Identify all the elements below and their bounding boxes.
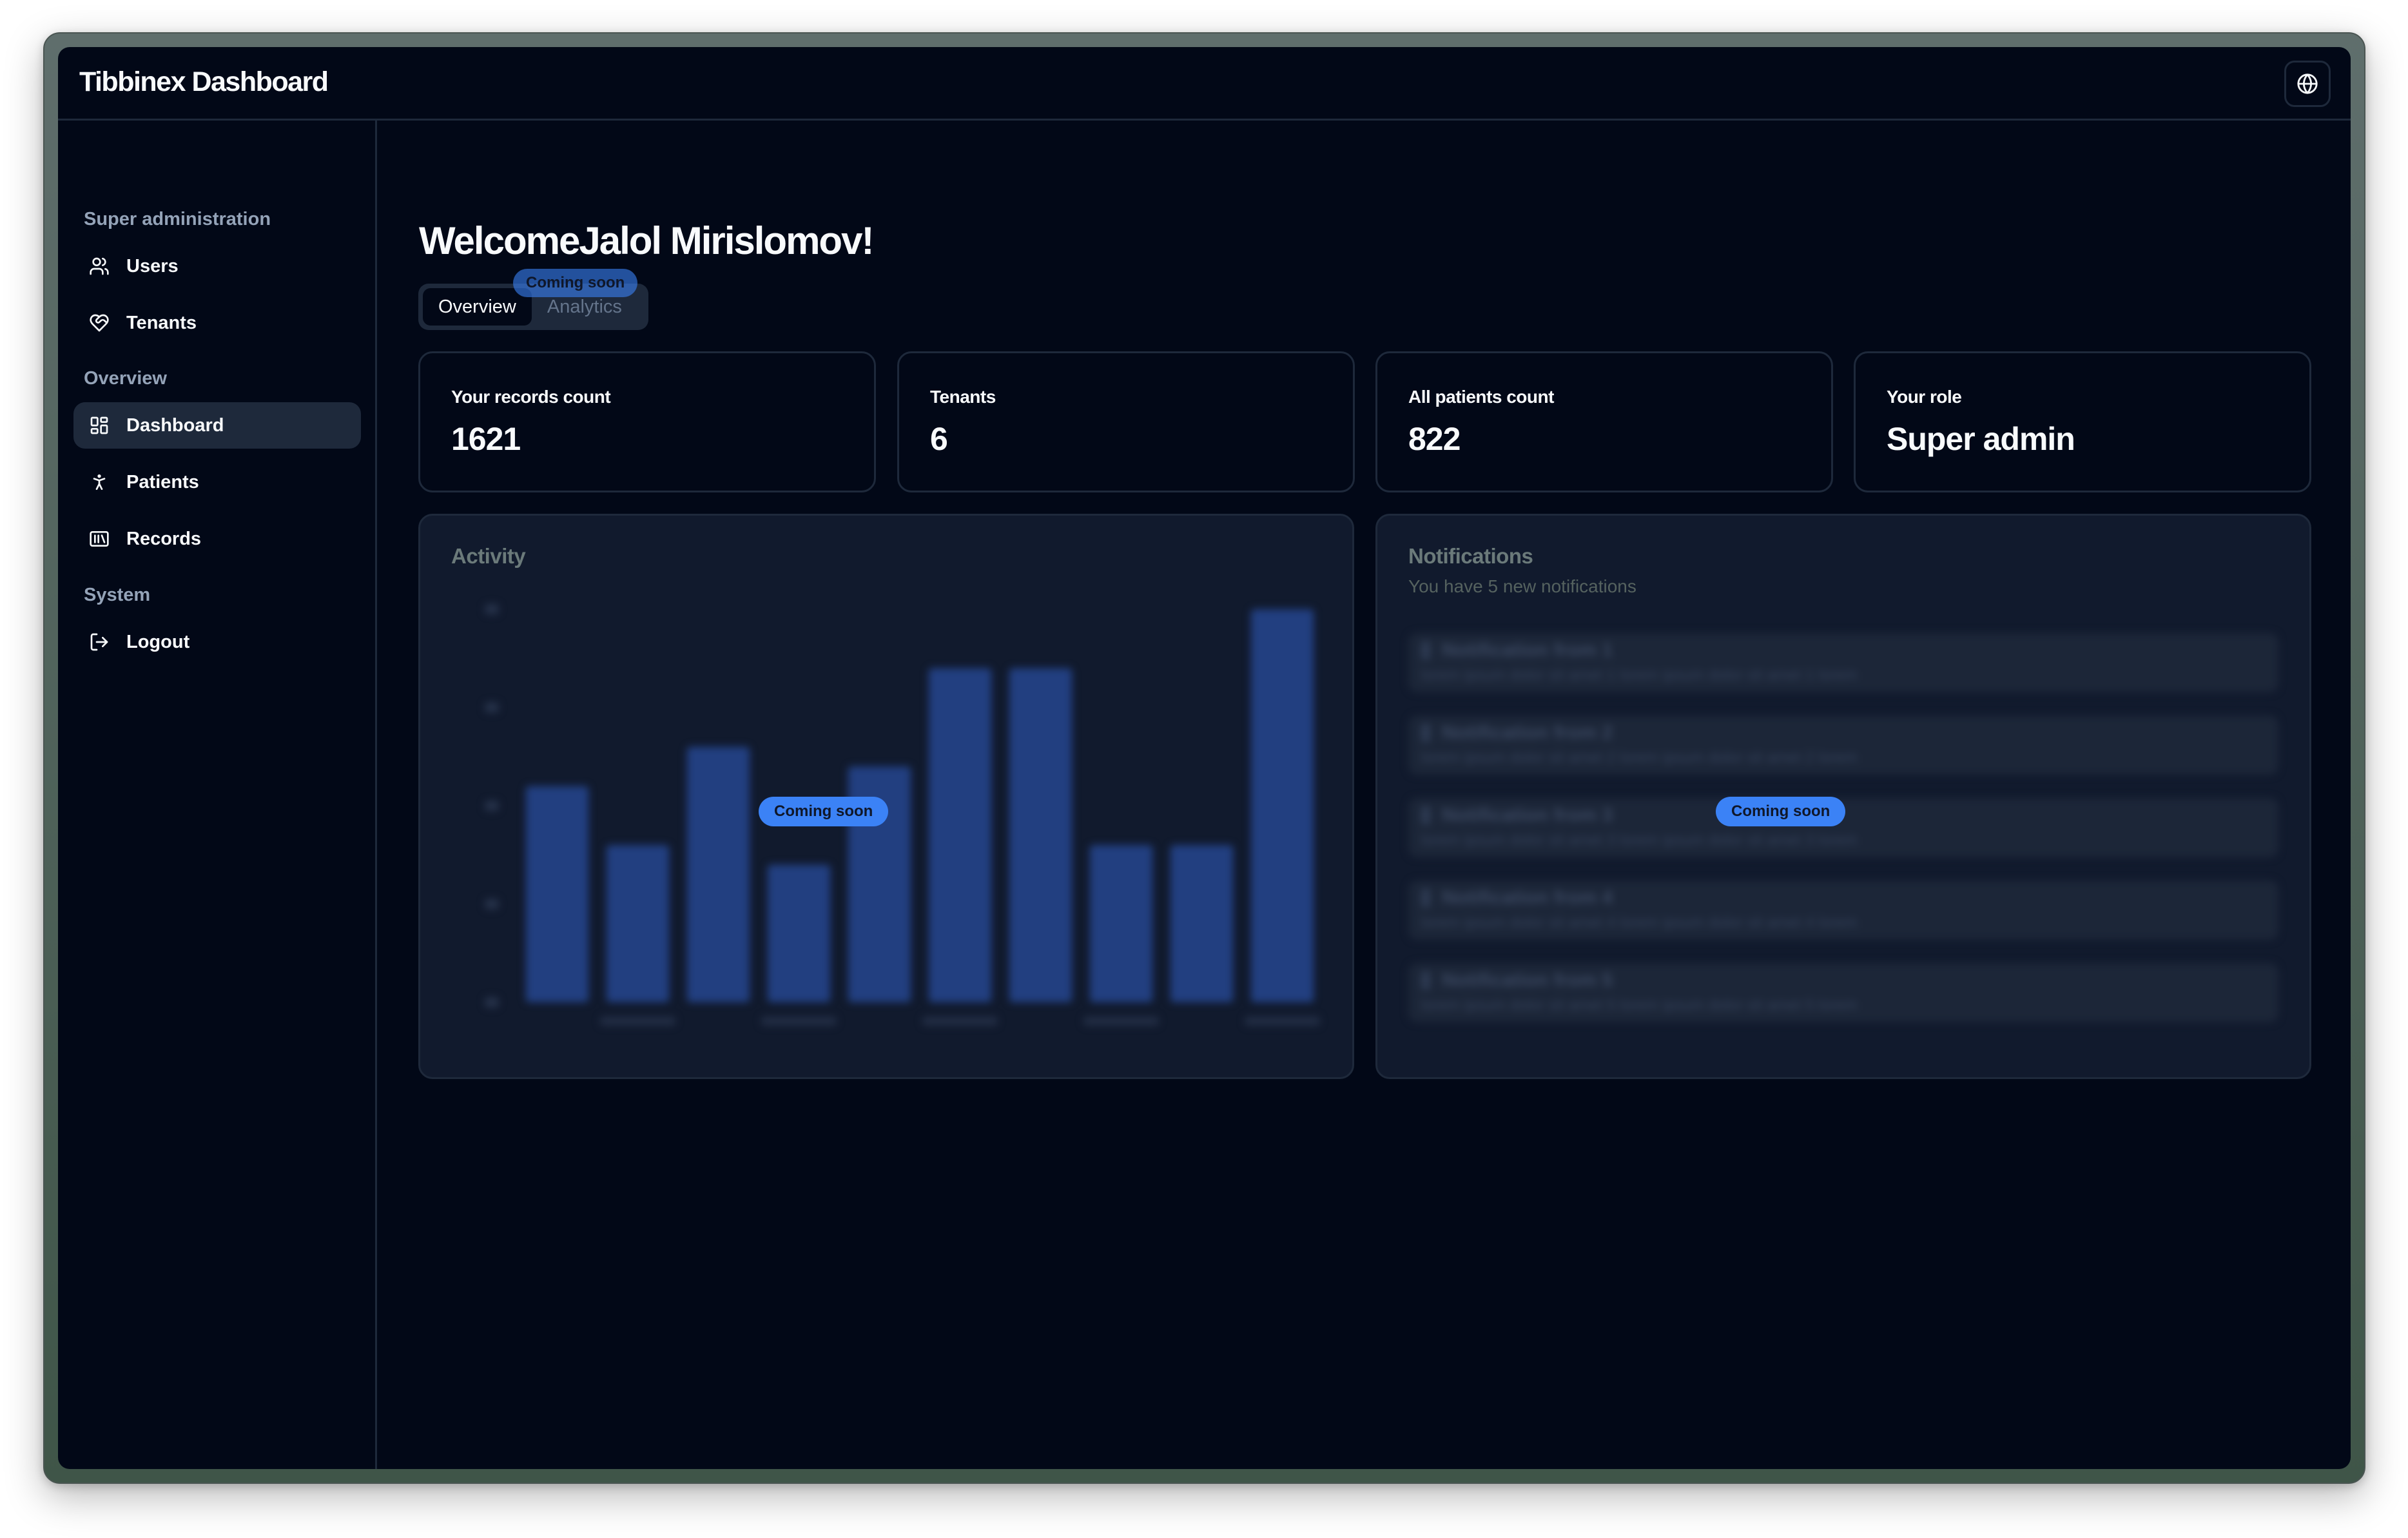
- notification-title: Notification from 2: [1442, 722, 1613, 743]
- app-root: Tibbinex Dashboard Super administration …: [58, 47, 2351, 1469]
- page-title: WelcomeJalol Mirislomov!: [419, 219, 874, 262]
- stat-value: 6: [930, 421, 948, 457]
- sidebar-item-label: Tenants: [126, 312, 197, 333]
- x-tick-label: [761, 1017, 837, 1026]
- notification-icon: [1421, 806, 1430, 825]
- y-tick-label: [485, 604, 499, 614]
- activity-coming-soon-badge: Coming soon: [759, 797, 889, 826]
- activity-bar: [928, 668, 992, 1002]
- sidebar-section-super-administration: Super administration: [84, 209, 271, 229]
- stat-label: Tenants: [930, 387, 996, 407]
- notifications-title: Notifications: [1408, 544, 1533, 568]
- stat-label: All patients count: [1408, 387, 1554, 407]
- app-title: Tibbinex Dashboard: [79, 66, 329, 97]
- stat-card-records: Your records count 1621: [418, 351, 876, 492]
- sidebar: Super administration Users Tenants Overv…: [58, 121, 377, 1469]
- coming-soon-badge: Coming soon: [513, 269, 638, 297]
- notification-item[interactable]: Notification from 5 lorem ipsum dolor si…: [1408, 963, 2278, 1022]
- window-frame: Tibbinex Dashboard Super administration …: [43, 32, 2365, 1484]
- x-tick-label: [922, 1017, 998, 1026]
- sidebar-item-users[interactable]: Users: [73, 243, 361, 289]
- sidebar-item-label: Records: [126, 528, 202, 549]
- layout-dashboard-icon: [90, 416, 108, 434]
- notification-body: lorem ipsum dolor sit amet 5 lorem ipsum…: [1421, 997, 1858, 1014]
- activity-bar: [686, 746, 750, 1002]
- activity-bar: [525, 786, 589, 1002]
- notification-icon: [1421, 641, 1430, 660]
- notification-title: Notification from 5: [1442, 969, 1613, 991]
- globe-icon: [2297, 73, 2318, 94]
- notification-item[interactable]: Notification from 2 lorem ipsum dolor si…: [1408, 715, 2278, 775]
- top-bar: Tibbinex Dashboard: [58, 47, 2351, 121]
- y-tick-label: [485, 801, 499, 811]
- notifications-list: Notification from 1 lorem ipsum dolor si…: [1408, 633, 2278, 1046]
- activity-chart: [485, 604, 1321, 1026]
- activity-bar: [1170, 845, 1234, 1002]
- stat-value: Super admin: [1887, 421, 2075, 457]
- sidebar-item-records[interactable]: Records: [73, 516, 361, 562]
- notification-title: Notification from 1: [1442, 639, 1613, 661]
- notification-title: Notification from 4: [1442, 887, 1613, 908]
- notifications-coming-soon-badge: Coming soon: [1716, 797, 1846, 826]
- main-content: WelcomeJalol Mirislomov! Overview Analyt…: [377, 121, 2351, 1469]
- notification-body: lorem ipsum dolor sit amet 1 lorem ipsum…: [1421, 667, 1858, 684]
- notification-title: Notification from 3: [1442, 804, 1613, 826]
- notification-body: lorem ipsum dolor sit amet 4 lorem ipsum…: [1421, 914, 1858, 931]
- sidebar-item-logout[interactable]: Logout: [73, 619, 361, 665]
- stat-label: Your records count: [451, 387, 611, 407]
- person-standing-icon: [93, 474, 106, 490]
- stat-label: Your role: [1887, 387, 1962, 407]
- y-tick-label: [485, 702, 499, 713]
- x-tick-label: [1244, 1017, 1321, 1026]
- stat-value: 1621: [451, 421, 521, 457]
- notification-item[interactable]: Notification from 1 lorem ipsum dolor si…: [1408, 633, 2278, 692]
- notification-icon: [1421, 971, 1430, 990]
- activity-bar: [606, 845, 670, 1002]
- notification-body: lorem ipsum dolor sit amet 3 lorem ipsum…: [1421, 832, 1858, 849]
- notification-icon: [1421, 723, 1430, 743]
- activity-panel: Activity Coming soon: [418, 514, 1354, 1079]
- stat-card-role: Your role Super admin: [1854, 351, 2311, 492]
- notification-item[interactable]: Notification from 4 lorem ipsum dolor si…: [1408, 881, 2278, 940]
- sidebar-item-label: Patients: [126, 471, 199, 492]
- language-button[interactable]: [2284, 61, 2331, 107]
- sidebar-item-dashboard[interactable]: Dashboard: [73, 402, 361, 449]
- sidebar-item-label: Users: [126, 255, 179, 277]
- stat-value: 822: [1408, 421, 1461, 457]
- sidebar-item-patients[interactable]: Patients: [73, 459, 361, 505]
- sidebar-item-label: Dashboard: [126, 414, 224, 436]
- activity-bar: [1250, 609, 1314, 1002]
- activity-bar: [1009, 668, 1073, 1002]
- log-out-icon: [90, 633, 108, 651]
- library-icon: [90, 531, 109, 547]
- tab-overview[interactable]: Overview: [423, 288, 532, 326]
- users-icon: [90, 257, 109, 275]
- sidebar-item-tenants[interactable]: Tenants: [73, 300, 361, 346]
- notifications-subtitle: You have 5 new notifications: [1408, 576, 1636, 596]
- sidebar-section-overview: Overview: [84, 368, 167, 389]
- notification-body: lorem ipsum dolor sit amet 2 lorem ipsum…: [1421, 749, 1858, 766]
- handshake-heart-icon: [90, 314, 109, 332]
- x-tick-label: [599, 1017, 676, 1026]
- notifications-panel: Notifications You have 5 new notificatio…: [1375, 514, 2311, 1079]
- stat-card-patients: All patients count 822: [1375, 351, 1833, 492]
- activity-bar: [767, 864, 831, 1002]
- y-tick-label: [485, 899, 499, 910]
- stat-card-tenants: Tenants 6: [897, 351, 1355, 492]
- sidebar-item-label: Logout: [126, 631, 190, 652]
- y-tick-label: [485, 997, 499, 1007]
- activity-bar: [1089, 845, 1153, 1002]
- x-tick-label: [1083, 1017, 1160, 1026]
- notification-icon: [1421, 888, 1430, 908]
- sidebar-section-system: System: [84, 585, 151, 605]
